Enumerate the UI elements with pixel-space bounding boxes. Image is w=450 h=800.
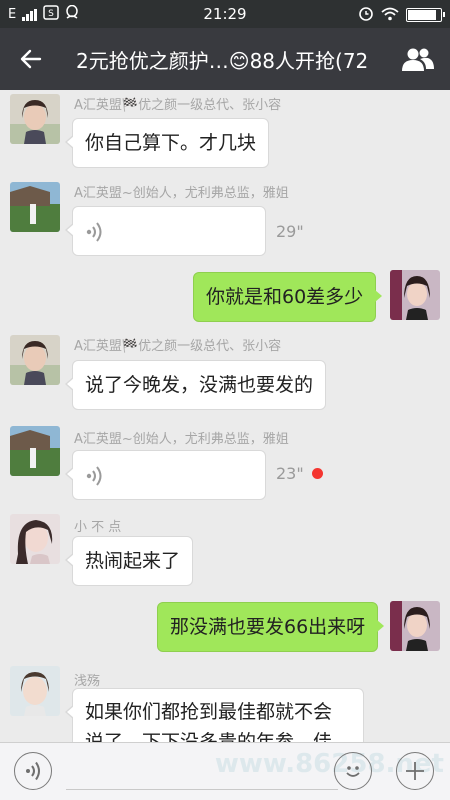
- sender-name: A汇英盟~创始人，尤利弗总监，雅姐: [74, 186, 289, 201]
- voice-duration: 23": [276, 464, 304, 483]
- message-input[interactable]: [66, 789, 338, 790]
- chat-header: 2元抢优之颜护…😊88人开抢(72: [0, 28, 450, 90]
- group-title: 2元抢优之颜护…😊88人开抢(72: [76, 49, 369, 73]
- unread-dot: [312, 468, 323, 479]
- voice-message[interactable]: [65, 450, 266, 500]
- my-avatar[interactable]: [390, 601, 440, 651]
- voice-duration: 29": [276, 222, 304, 241]
- message-bubble[interactable]: 如果你们都抢到最佳都就不会 说了，下下没多贵的年参，佳: [65, 688, 364, 742]
- emoji-button[interactable]: [334, 752, 372, 790]
- avatar[interactable]: [10, 426, 60, 476]
- arrow-left-icon: [20, 49, 42, 69]
- sender-name: A汇英盟~创始人，尤利弗总监，雅姐: [74, 432, 289, 447]
- chat-area[interactable]: A汇英盟🏁优之颜一级总代、张小容 你自己算下。才几块 A汇英盟~创始人，尤利弗总…: [0, 90, 450, 742]
- emoji-icon: [346, 766, 360, 777]
- plus-icon: [406, 762, 424, 780]
- sender-name: A汇英盟🏁优之颜一级总代、张小容: [74, 98, 282, 113]
- voice-message[interactable]: [65, 206, 266, 256]
- alarm-icon: [358, 5, 374, 25]
- group-members-button[interactable]: [398, 42, 438, 76]
- my-message-bubble[interactable]: 那没满也要发66出来呀: [157, 602, 385, 652]
- sender-name: 浅殇: [74, 674, 101, 689]
- avatar[interactable]: [10, 335, 60, 385]
- avatar[interactable]: [10, 514, 60, 564]
- more-button[interactable]: [396, 752, 434, 790]
- status-bar: E S 21:29: [0, 0, 450, 28]
- sender-name: 小 不 点: [74, 520, 122, 535]
- voice-wave-icon: [26, 761, 40, 781]
- group-icon: [402, 48, 434, 71]
- message-text-line: 说了，下下没多贵的年参，佳: [85, 731, 333, 742]
- sender-name: A汇英盟🏁优之颜一级总代、张小容: [74, 339, 282, 354]
- voice-wave-icon: [86, 466, 102, 486]
- message-bubble[interactable]: 热闹起来了: [64, 536, 194, 586]
- message-text-line: 如果你们都抢到最佳都就不会: [85, 701, 333, 723]
- avatar[interactable]: [10, 94, 60, 144]
- wifi-icon: [381, 6, 399, 25]
- message-bubble[interactable]: 说了今晚发，没满也要发的: [64, 360, 327, 410]
- voice-toggle-button[interactable]: [14, 752, 52, 790]
- message-bubble[interactable]: 你自己算下。才几块: [64, 118, 270, 168]
- avatar[interactable]: [10, 182, 60, 232]
- back-button[interactable]: [14, 42, 48, 76]
- status-right: [358, 5, 445, 25]
- my-avatar[interactable]: [390, 270, 440, 320]
- avatar[interactable]: [10, 666, 60, 716]
- battery-icon: [406, 8, 445, 22]
- my-message-bubble[interactable]: 你就是和60差多少: [193, 272, 383, 322]
- voice-wave-icon: [86, 222, 102, 242]
- input-bar: www.86258.net: [0, 742, 450, 800]
